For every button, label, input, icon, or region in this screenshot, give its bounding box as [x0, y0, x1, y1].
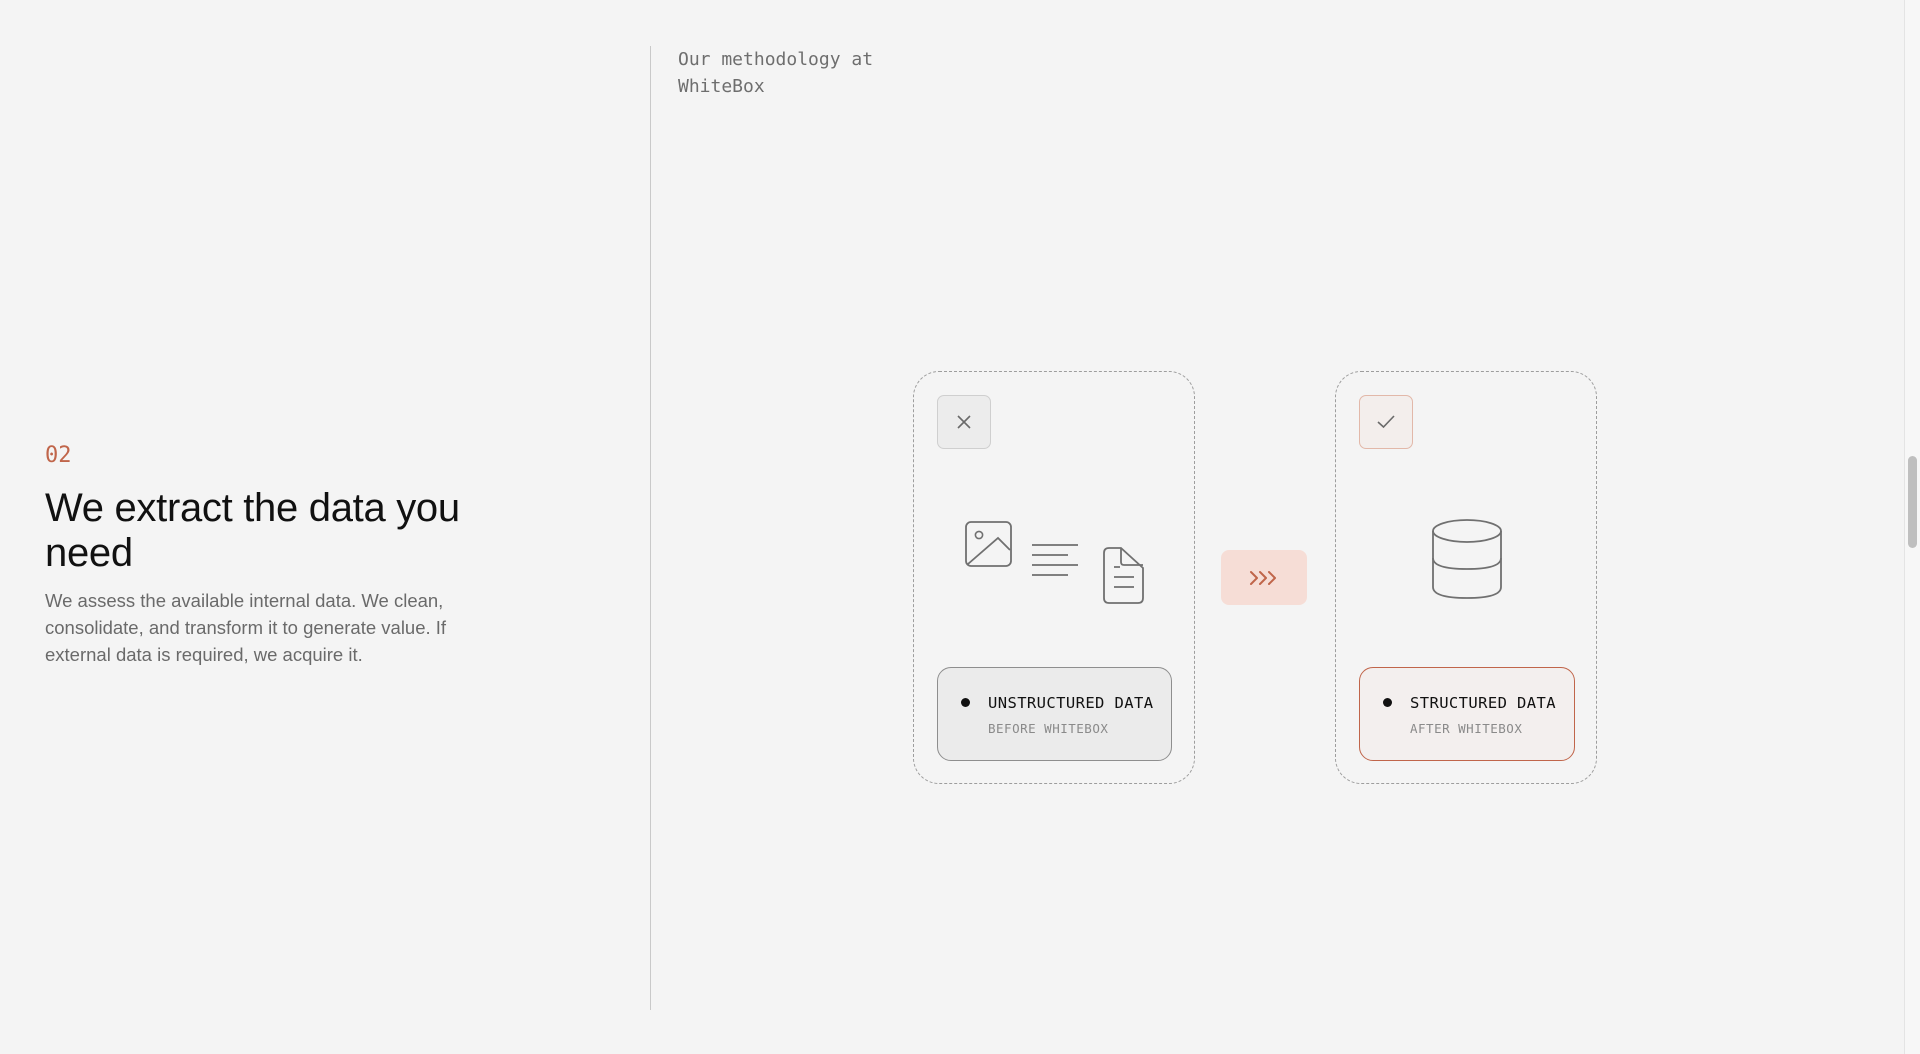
text-lines-icon: [1032, 544, 1078, 576]
section-description: We assess the available internal data. W…: [45, 590, 447, 665]
label-title: STRUCTURED DATA: [1410, 694, 1556, 712]
status-box-negative: [937, 395, 991, 449]
bullet-dot: [1383, 698, 1392, 707]
section-eyebrow: Our methodology at WhiteBox: [678, 49, 874, 97]
bullet-dot: [961, 698, 970, 707]
vertical-divider: [650, 46, 651, 1010]
label-subtitle: BEFORE WHITEBOX: [988, 721, 1109, 736]
label-title: UNSTRUCTURED DATA: [988, 694, 1154, 712]
triple-chevron-right-icon: [1250, 570, 1276, 585]
status-box-positive: [1359, 395, 1413, 449]
scrollbar-thumb[interactable]: [1908, 456, 1917, 548]
step-number: 02: [45, 443, 72, 468]
label-subtitle: AFTER WHITEBOX: [1410, 721, 1523, 736]
database-icon: [1432, 519, 1502, 599]
unstructured-data-card: UNSTRUCTURED DATA BEFORE WHITEBOX: [913, 371, 1195, 784]
unstructured-icons: [965, 521, 1144, 604]
close-icon: [957, 415, 971, 429]
check-icon: [1377, 415, 1395, 429]
structured-data-label: STRUCTURED DATA AFTER WHITEBOX: [1359, 667, 1575, 761]
structured-data-card: STRUCTURED DATA AFTER WHITEBOX: [1335, 371, 1597, 784]
section-heading: We extract the data you need: [45, 486, 460, 575]
document-icon: [1103, 547, 1144, 604]
image-icon: [965, 521, 1012, 567]
transform-arrow: [1221, 550, 1307, 605]
unstructured-data-label: UNSTRUCTURED DATA BEFORE WHITEBOX: [937, 667, 1172, 761]
